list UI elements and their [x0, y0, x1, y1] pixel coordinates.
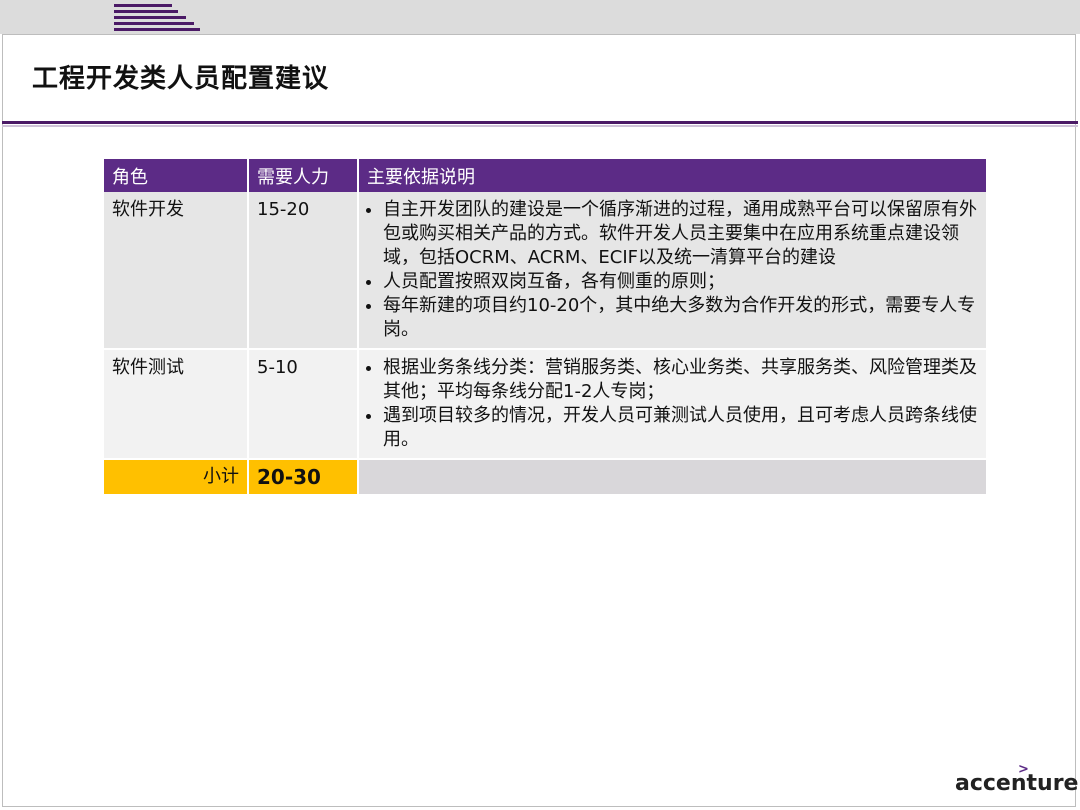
description-cell: 根据业务条线分类：营销服务类、核心业务类、共享服务类、风险管理类及其他；平均每条… — [358, 349, 988, 460]
staffing-table: 角色 需要人力 主要依据说明 软件开发 15-20 自主开发团队的建设是一个循序… — [104, 159, 988, 496]
bullet-item: 每年新建的项目约10-20个，其中绝大多数为合作开发的形式，需要专人专岗。 — [383, 294, 978, 342]
headcount-cell: 5-10 — [248, 349, 359, 460]
table-row: 软件开发 15-20 自主开发团队的建设是一个循序渐进的过程，通用成熟平台可以保… — [104, 192, 988, 350]
column-header-role: 角色 — [104, 159, 249, 192]
headcount-cell: 15-20 — [248, 192, 359, 350]
top-band — [0, 0, 1080, 34]
brand-logo: accenture — [955, 771, 1079, 796]
table-row: 软件测试 5-10 根据业务条线分类：营销服务类、核心业务类、共享服务类、风险管… — [104, 349, 988, 460]
bullet-item: 人员配置按照双岗互备，各有侧重的原则； — [383, 270, 978, 294]
column-header-headcount: 需要人力 — [248, 159, 359, 192]
description-cell: 自主开发团队的建设是一个循序渐进的过程，通用成熟平台可以保留原有外包或购买相关产… — [358, 192, 988, 350]
bullet-item: 自主开发团队的建设是一个循序渐进的过程，通用成熟平台可以保留原有外包或购买相关产… — [383, 198, 978, 270]
bullet-item: 遇到项目较多的情况，开发人员可兼测试人员使用，且可考虑人员跨条线使用。 — [383, 404, 978, 452]
subtotal-value: 20-30 — [248, 459, 359, 496]
table-header-row: 角色 需要人力 主要依据说明 — [104, 159, 988, 192]
page-title: 工程开发类人员配置建议 — [32, 64, 330, 94]
column-header-description: 主要依据说明 — [358, 159, 988, 192]
subtotal-empty-cell — [358, 459, 988, 496]
subtotal-row: 小计 20-30 — [104, 459, 988, 496]
role-cell: 软件测试 — [104, 349, 249, 460]
bullet-item: 根据业务条线分类：营销服务类、核心业务类、共享服务类、风险管理类及其他；平均每条… — [383, 356, 978, 404]
role-cell: 软件开发 — [104, 192, 249, 350]
subtotal-label: 小计 — [104, 459, 249, 496]
stripes-logo-icon — [114, 0, 200, 34]
title-divider — [2, 121, 1078, 124]
title-divider-shadow — [2, 125, 1078, 127]
